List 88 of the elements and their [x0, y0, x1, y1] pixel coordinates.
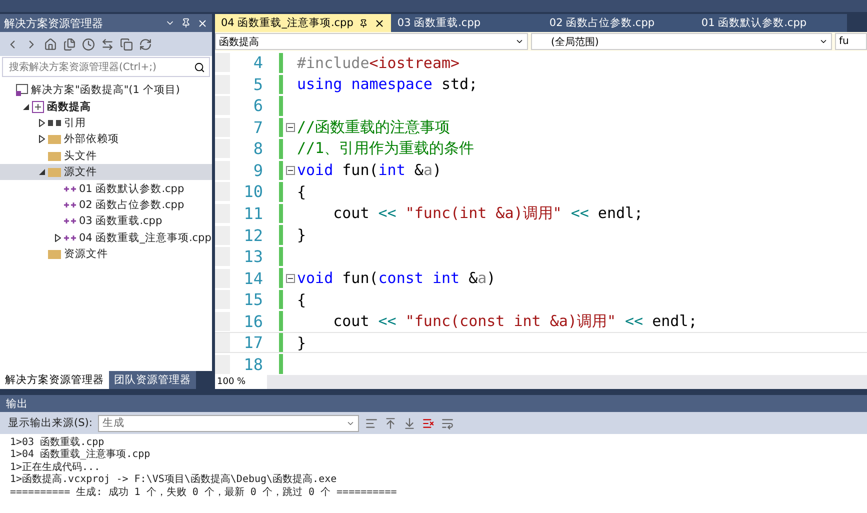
editor-tab[interactable]: 01 函数默认参数.cpp: [695, 14, 848, 32]
tree-item[interactable]: 04 函数重载_注意事项.cpp: [0, 230, 212, 246]
output-line: 1>函数提高.vcxproj -> F:\VS项目\函数提高\Debug\函数提高.exe: [10, 472, 338, 484]
output-line: 1>正在生成代码...: [10, 460, 102, 472]
cpp-file-icon: [64, 234, 76, 242]
files-icon[interactable]: [63, 38, 76, 50]
close-icon[interactable]: [374, 18, 386, 28]
collapsed-icon[interactable]: [55, 234, 61, 242]
panel-tab[interactable]: 团队资源管理器: [109, 371, 196, 389]
code-line: //1、引用作为重载的条件: [297, 139, 474, 158]
caret-icon: [515, 37, 524, 46]
tree-item[interactable]: 01 函数默认参数.cpp: [0, 180, 212, 197]
tree-item[interactable]: 外部依赖项: [0, 131, 212, 148]
scope-dropdown[interactable]: (全局范围): [531, 33, 832, 50]
clear-icon[interactable]: [422, 416, 436, 430]
output-line: 1>04 函数重载_注意事项.cpp: [10, 448, 152, 460]
tree-item-label: 04 函数重载_注意事项.cpp: [78, 230, 212, 245]
tree-item[interactable]: 03 函数重载.cpp: [0, 213, 212, 230]
tree-item[interactable]: 引用: [0, 114, 212, 132]
next-icon[interactable]: [403, 416, 416, 430]
cpp-file-icon: [64, 217, 76, 226]
project-dropdown[interactable]: 函数提高: [215, 33, 528, 50]
tree-item-label: 头文件: [63, 148, 97, 163]
tree-item-label: 01 函数默认参数.cpp: [78, 182, 184, 196]
tree-item[interactable]: 资源文件: [0, 246, 212, 262]
pin-icon[interactable]: [359, 18, 368, 28]
folder-icon: [48, 249, 61, 260]
editor-tab[interactable]: 03 函数重载.cpp: [391, 14, 544, 32]
tree-item-label: 函数提高: [46, 100, 91, 114]
pin-icon[interactable]: [181, 18, 191, 28]
tree-item-label: 引用: [63, 116, 86, 130]
output-title: 输出: [0, 395, 867, 412]
code-line: {: [297, 290, 306, 309]
tree-item[interactable]: 源文件: [0, 164, 212, 180]
code-line: }: [297, 226, 306, 244]
wrap-icon[interactable]: [441, 416, 454, 430]
search-field[interactable]: 搜索解决方案资源管理器(Ctrl+;): [2, 57, 210, 77]
panel-tab[interactable]: 解决方案资源管理器: [0, 371, 109, 389]
code-line: cout << "func(int &a)调用" << endl;: [332, 204, 644, 223]
code-line: }: [297, 334, 306, 352]
solution-icon: [16, 84, 28, 96]
code-line: cout << "func(const int &a)调用" << endl;: [332, 312, 698, 331]
tree-item-label: 02 函数占位参数.cpp: [78, 198, 184, 212]
project-icon: [32, 100, 44, 113]
previous-icon[interactable]: [384, 416, 398, 430]
collapsed-icon[interactable]: [39, 118, 45, 127]
tree-item-label: 资源文件: [63, 247, 108, 262]
search-icon[interactable]: [194, 62, 205, 72]
cpp-file-icon: [64, 184, 76, 193]
cpp-file-icon: [64, 200, 76, 209]
panel-title: 解决方案资源管理器: [4, 16, 104, 30]
refresh-icon[interactable]: [139, 38, 152, 50]
tree-item-label: 03 函数重载.cpp: [78, 214, 162, 228]
references-icon: [48, 120, 61, 126]
folder-icon: [48, 134, 61, 144]
zoom-dropdown[interactable]: 100 %: [215, 375, 267, 389]
expanded-icon[interactable]: [23, 104, 29, 110]
folder-icon: [48, 167, 61, 178]
output-line: 1>03 函数重载.cpp: [10, 436, 106, 447]
tree-item-label: 外部依赖项: [63, 132, 119, 146]
clock-icon[interactable]: [82, 38, 95, 50]
code-line: //函数重载的注意事项: [297, 118, 450, 137]
tree-item[interactable]: 02 函数占位参数.cpp: [0, 196, 212, 214]
code-line: #include<iostream>: [297, 54, 460, 72]
member-dropdown[interactable]: fu: [835, 33, 867, 50]
code-line: using namespace std;: [297, 75, 478, 94]
align-icon[interactable]: [365, 416, 378, 430]
tree-item[interactable]: 函数提高: [0, 98, 212, 115]
source-label: 显示输出来源(S):: [8, 416, 92, 430]
tree-item-label: 源文件: [63, 165, 97, 180]
code-line: void fun(const int &a): [297, 269, 496, 288]
home-icon[interactable]: [44, 38, 57, 50]
editor-tab[interactable]: 02 函数占位参数.cpp: [543, 14, 696, 32]
tree-item[interactable]: 头文件: [0, 148, 212, 164]
folder-icon: [48, 150, 61, 161]
close-icon[interactable]: [197, 18, 208, 28]
source-dropdown[interactable]: 生成: [98, 414, 360, 432]
output-line: ========== 生成: 成功 1 个，失败 0 个，最新 0 个，跳过 0 个 ==========: [10, 486, 398, 497]
tree-item-label: 解决方案"函数提高"(1 个项目): [30, 83, 180, 98]
code-editor[interactable]: [215, 51, 867, 375]
sync-icon[interactable]: [101, 38, 114, 50]
code-line: {: [297, 182, 306, 201]
editor-tab[interactable]: 04 函数重载_注意事项.cpp: [215, 14, 392, 32]
caret-icon: [819, 37, 828, 46]
expanded-icon[interactable]: [39, 169, 45, 176]
tree-item[interactable]: 解决方案"函数提高"(1 个项目): [0, 82, 212, 98]
collapsed-icon[interactable]: [39, 135, 45, 144]
code-line: void fun(int &a): [297, 161, 442, 180]
